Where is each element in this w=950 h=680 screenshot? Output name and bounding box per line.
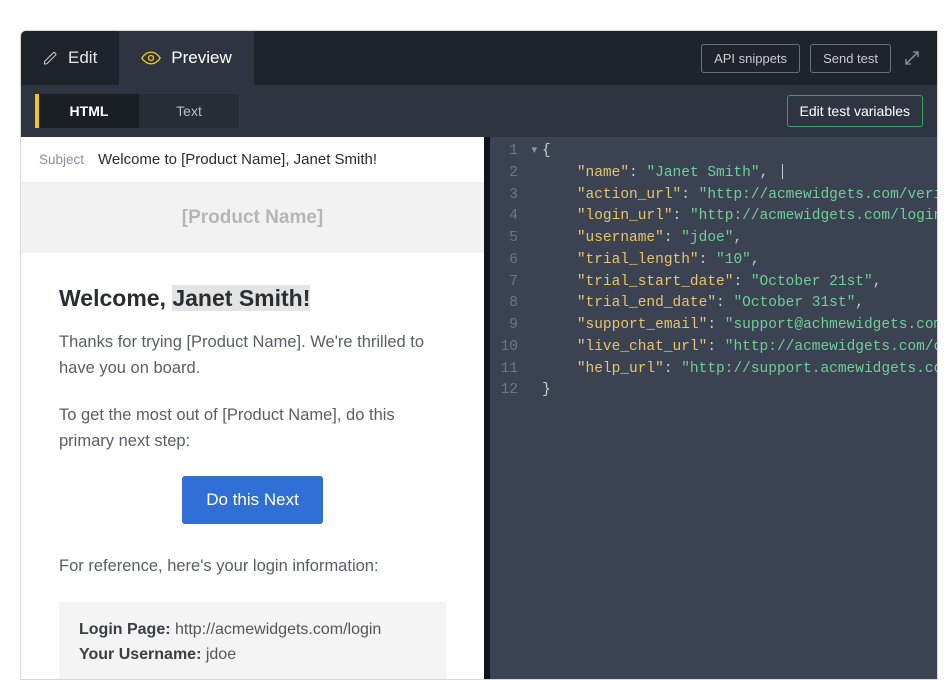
username-label: Your Username: — [79, 646, 201, 663]
line-number: 8 — [490, 293, 530, 315]
welcome-heading: Welcome, Janet Smith! — [59, 285, 446, 312]
edit-test-variables-button[interactable]: Edit test variables — [787, 95, 924, 127]
email-body: Welcome, Janet Smith! Thanks for trying … — [21, 253, 484, 679]
split-divider[interactable] — [484, 137, 490, 679]
code-content[interactable]: "trial_length": "10", — [542, 250, 937, 272]
code-line[interactable]: 10 "live_chat_url": "http://acmewidgets.… — [490, 337, 937, 359]
subject-value: Welcome to [Product Name], Janet Smith! — [98, 151, 377, 168]
mode-tab-html[interactable]: HTML — [39, 94, 139, 128]
fold-gutter — [530, 206, 542, 228]
mode-tab-text[interactable]: Text — [139, 94, 239, 128]
fold-gutter — [530, 359, 542, 381]
fold-gutter — [530, 163, 542, 185]
preview-paragraph-3: For reference, here's your login informa… — [59, 554, 446, 580]
line-number: 6 — [490, 250, 530, 272]
code-line[interactable]: 5 "username": "jdoe", — [490, 228, 937, 250]
tab-preview[interactable]: Preview — [119, 31, 253, 85]
code-line[interactable]: 11 "help_url": "http://support.acmewidge… — [490, 359, 937, 381]
email-preview-pane: Subject Welcome to [Product Name], Janet… — [21, 137, 484, 679]
tab-edit-label: Edit — [68, 48, 97, 68]
code-line[interactable]: 2 "name": "Janet Smith", — [490, 163, 937, 185]
fold-gutter — [530, 293, 542, 315]
code-content[interactable]: "login_url": "http://acmewidgets.com/log… — [542, 206, 937, 228]
line-number: 11 — [490, 359, 530, 381]
subject-label: Subject — [39, 152, 84, 167]
top-toolbar: Edit Preview API snippets Send test — [21, 31, 937, 85]
code-line[interactable]: 3 "action_url": "http://acmewidgets.com/… — [490, 185, 937, 207]
line-number: 3 — [490, 185, 530, 207]
template-brand-header: [Product Name] — [21, 183, 484, 253]
fold-gutter — [530, 250, 542, 272]
line-number: 1 — [490, 141, 530, 163]
fold-gutter — [530, 380, 542, 402]
code-line[interactable]: 12 } — [490, 380, 937, 402]
subject-row: Subject Welcome to [Product Name], Janet… — [21, 137, 484, 183]
code-content[interactable]: { — [542, 141, 937, 163]
eye-icon — [141, 51, 161, 65]
login-info-box: Login Page: http://acmewidgets.com/login… — [59, 602, 446, 679]
code-content[interactable]: "support_email": "support@achmewidgets.c… — [542, 315, 937, 337]
login-page-label: Login Page: — [79, 621, 171, 638]
code-content[interactable]: "trial_start_date": "October 21st", — [542, 272, 937, 294]
code-line[interactable]: 6 "trial_length": "10", — [490, 250, 937, 272]
fold-gutter — [530, 315, 542, 337]
line-number: 5 — [490, 228, 530, 250]
sub-toolbar: HTML Text Edit test variables — [21, 85, 937, 137]
split-pane: Subject Welcome to [Product Name], Janet… — [21, 137, 937, 679]
code-content[interactable]: "help_url": "http://support.acmewidgets.… — [542, 359, 937, 381]
fold-gutter — [530, 272, 542, 294]
code-content[interactable]: "name": "Janet Smith", — [542, 163, 937, 185]
welcome-prefix: Welcome, — [59, 285, 172, 311]
code-line[interactable]: 7 "trial_start_date": "October 21st", — [490, 272, 937, 294]
expand-icon[interactable] — [901, 47, 923, 69]
code-content[interactable]: "live_chat_url": "http://acmewidgets.com… — [542, 337, 937, 359]
code-line[interactable]: 1▾{ — [490, 141, 937, 163]
preview-paragraph-2: To get the most out of [Product Name], d… — [59, 403, 446, 454]
username-value: jdoe — [201, 646, 236, 663]
mode-tabs: HTML Text — [35, 94, 239, 128]
code-content[interactable]: } — [542, 380, 937, 402]
fold-gutter — [530, 185, 542, 207]
tab-edit[interactable]: Edit — [21, 31, 119, 85]
pencil-icon — [43, 51, 58, 66]
fold-gutter — [530, 337, 542, 359]
code-content[interactable]: "trial_end_date": "October 31st", — [542, 293, 937, 315]
line-number: 2 — [490, 163, 530, 185]
line-number: 9 — [490, 315, 530, 337]
line-number: 12 — [490, 380, 530, 402]
variables-editor[interactable]: 1▾{2 "name": "Janet Smith",3 "action_url… — [490, 137, 937, 679]
fold-gutter — [530, 228, 542, 250]
code-content[interactable]: "action_url": "http://acmewidgets.com/ve… — [542, 185, 937, 207]
login-page-line: Login Page: http://acmewidgets.com/login — [79, 618, 426, 643]
code-line[interactable]: 9 "support_email": "support@achmewidgets… — [490, 315, 937, 337]
tab-preview-label: Preview — [171, 48, 231, 68]
code-line[interactable]: 8 "trial_end_date": "October 31st", — [490, 293, 937, 315]
cta-button[interactable]: Do this Next — [182, 476, 323, 524]
app-window: Edit Preview API snippets Send test HTML… — [20, 30, 938, 680]
code-line[interactable]: 4 "login_url": "http://acmewidgets.com/l… — [490, 206, 937, 228]
text-cursor — [782, 164, 783, 179]
send-test-button[interactable]: Send test — [810, 44, 891, 73]
preview-paragraph-1: Thanks for trying [Product Name]. We're … — [59, 330, 446, 381]
username-line: Your Username: jdoe — [79, 643, 426, 668]
welcome-name-highlight: Janet Smith! — [172, 285, 310, 311]
line-number: 10 — [490, 337, 530, 359]
login-page-value: http://acmewidgets.com/login — [171, 621, 382, 638]
api-snippets-button[interactable]: API snippets — [701, 44, 800, 73]
fold-gutter: ▾ — [530, 141, 542, 163]
code-content[interactable]: "username": "jdoe", — [542, 228, 937, 250]
line-number: 7 — [490, 272, 530, 294]
line-number: 4 — [490, 206, 530, 228]
